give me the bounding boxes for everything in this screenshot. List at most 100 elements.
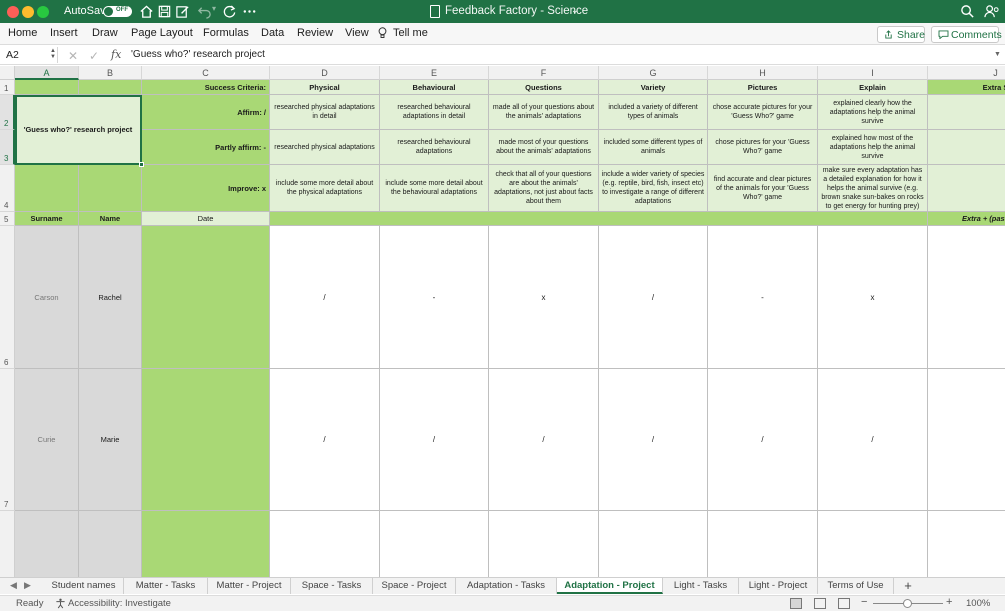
column-header-g[interactable]: G [599, 66, 708, 80]
sheet-tab-adaptation-project[interactable]: Adaptation - Project [557, 578, 663, 594]
insert-function-icon[interactable]: fx [111, 48, 121, 61]
mark-explain[interactable]: x [818, 226, 928, 369]
sheet-tab-adaptation-tasks[interactable]: Adaptation - Tasks [456, 578, 557, 594]
undo-dropdown-icon[interactable]: ▾ [212, 4, 220, 19]
success-criteria-label[interactable]: Success Criteria: [142, 80, 270, 95]
criterion-header-extra[interactable]: Extra S [928, 80, 1005, 95]
project-title-cell[interactable]: 'Guess who?' research project [15, 95, 142, 165]
chevron-down-icon[interactable]: ▼ [994, 51, 1001, 58]
affirm-cell-questions[interactable]: made all of your questions about the ani… [489, 95, 599, 130]
comments-button[interactable]: Comments [931, 26, 1002, 43]
improve-cell-pictures[interactable]: find accurate and clear pictures of the … [708, 165, 818, 212]
tab-review[interactable]: Review [297, 27, 333, 39]
minimize-window-button[interactable] [22, 6, 34, 18]
zoom-in-button[interactable]: + [946, 596, 952, 608]
row-header-8[interactable] [0, 511, 15, 577]
criteria-band[interactable] [270, 212, 928, 226]
student-surname[interactable] [15, 511, 79, 577]
partly-cell-extra[interactable] [928, 130, 1005, 165]
column-header-c[interactable]: C [142, 66, 270, 80]
cancel-icon[interactable]: ✕ [68, 49, 78, 63]
enter-icon[interactable]: ✓ [89, 49, 99, 63]
row-header-5[interactable]: 5 [0, 212, 15, 226]
student-name[interactable]: Marie [79, 369, 142, 511]
sheet-tab-light-project[interactable]: Light - Project [739, 578, 818, 594]
mark-behavioural[interactable]: / [380, 369, 489, 511]
mark-extra[interactable] [928, 226, 1005, 369]
student-surname[interactable]: Carson [15, 226, 79, 369]
row-header-7[interactable]: 7 [0, 369, 15, 511]
column-header-e[interactable]: E [380, 66, 489, 80]
previous-sheet-icon[interactable]: ◀ [10, 580, 17, 591]
column-header-d[interactable]: D [270, 66, 380, 80]
tab-page-layout[interactable]: Page Layout [131, 27, 193, 39]
normal-view-icon[interactable] [790, 598, 802, 609]
improve-cell-explain[interactable]: make sure every adaptation has a detaile… [818, 165, 928, 212]
mark-variety[interactable]: / [599, 369, 708, 511]
surname-header[interactable]: Surname [15, 212, 79, 226]
row-header-6[interactable]: 6 [0, 226, 15, 369]
add-sheet-button[interactable]: + [900, 578, 916, 593]
name-box-stepper-icon[interactable]: ▲ ▼ [50, 48, 56, 60]
extra-subheader[interactable]: Extra + (pass [928, 212, 1005, 226]
row-header-3[interactable]: 3 [0, 130, 15, 165]
affirm-cell-pictures[interactable]: chose accurate pictures for your 'Guess … [708, 95, 818, 130]
redo-icon[interactable] [222, 4, 237, 19]
row-header-2[interactable]: 2 [0, 95, 15, 130]
mark-questions[interactable]: x [489, 226, 599, 369]
zoom-level[interactable]: 100% [966, 598, 990, 609]
partly-cell-explain[interactable]: explained how most of the adaptations he… [818, 130, 928, 165]
mark-extra[interactable] [928, 511, 1005, 577]
sheet-tab-light-tasks[interactable]: Light - Tasks [663, 578, 739, 594]
student-surname[interactable]: Curie [15, 369, 79, 511]
mark-pictures[interactable]: / [708, 369, 818, 511]
cell-b1[interactable] [79, 80, 142, 95]
student-date[interactable] [142, 226, 270, 369]
name-header[interactable]: Name [79, 212, 142, 226]
more-commands-icon[interactable] [242, 4, 257, 19]
partly-affirm-label[interactable]: Partly affirm: - [142, 130, 270, 165]
date-header[interactable]: Date [142, 212, 270, 226]
fill-handle[interactable] [139, 162, 144, 167]
name-box[interactable]: A2 ▲ ▼ [0, 47, 58, 63]
zoom-out-button[interactable]: − [861, 596, 867, 608]
mark-pictures[interactable] [708, 511, 818, 577]
mark-questions[interactable]: / [489, 369, 599, 511]
column-header-j[interactable]: J [928, 66, 1005, 80]
tab-data[interactable]: Data [261, 27, 284, 39]
home-icon[interactable] [139, 4, 154, 19]
row-header-4[interactable]: 4 [0, 165, 15, 212]
formula-input[interactable]: 'Guess who?' research project [131, 49, 265, 60]
autosave-toggle[interactable]: OFF [103, 6, 132, 17]
spreadsheet-grid[interactable]: A B C D E F G H I J 1 2 3 4 5 6 7 Succes… [0, 66, 1005, 577]
student-name[interactable]: Rachel [79, 226, 142, 369]
criterion-header-pictures[interactable]: Pictures [708, 80, 818, 95]
mark-questions[interactable] [489, 511, 599, 577]
student-date[interactable] [142, 369, 270, 511]
sheet-tab-terms-of-use[interactable]: Terms of Use [818, 578, 894, 594]
row-header-1[interactable]: 1 [0, 80, 15, 95]
cell-a1[interactable] [15, 80, 79, 95]
cell-b4[interactable] [79, 165, 142, 212]
share-button[interactable]: Share [877, 26, 925, 43]
page-break-view-icon[interactable] [838, 598, 850, 609]
mark-behavioural[interactable]: - [380, 226, 489, 369]
criterion-header-explain[interactable]: Explain [818, 80, 928, 95]
tab-home[interactable]: Home [8, 27, 37, 39]
close-window-button[interactable] [7, 6, 19, 18]
tab-draw[interactable]: Draw [92, 27, 118, 39]
improve-cell-questions[interactable]: check that all of your questions are abo… [489, 165, 599, 212]
improve-cell-physical[interactable]: include some more detail about the physi… [270, 165, 380, 212]
edit-document-icon[interactable] [175, 4, 190, 19]
next-sheet-icon[interactable]: ▶ [24, 580, 31, 591]
student-date[interactable] [142, 511, 270, 577]
zoom-slider-handle[interactable] [903, 599, 912, 608]
criterion-header-variety[interactable]: Variety [599, 80, 708, 95]
mark-extra[interactable] [928, 369, 1005, 511]
partly-cell-pictures[interactable]: chose pictures for your 'Guess Who?' gam… [708, 130, 818, 165]
partly-cell-physical[interactable]: researched physical adaptations [270, 130, 380, 165]
affirm-label[interactable]: Affirm: / [142, 95, 270, 130]
mark-variety[interactable] [599, 511, 708, 577]
affirm-cell-explain[interactable]: explained clearly how the adaptations he… [818, 95, 928, 130]
mark-behavioural[interactable] [380, 511, 489, 577]
